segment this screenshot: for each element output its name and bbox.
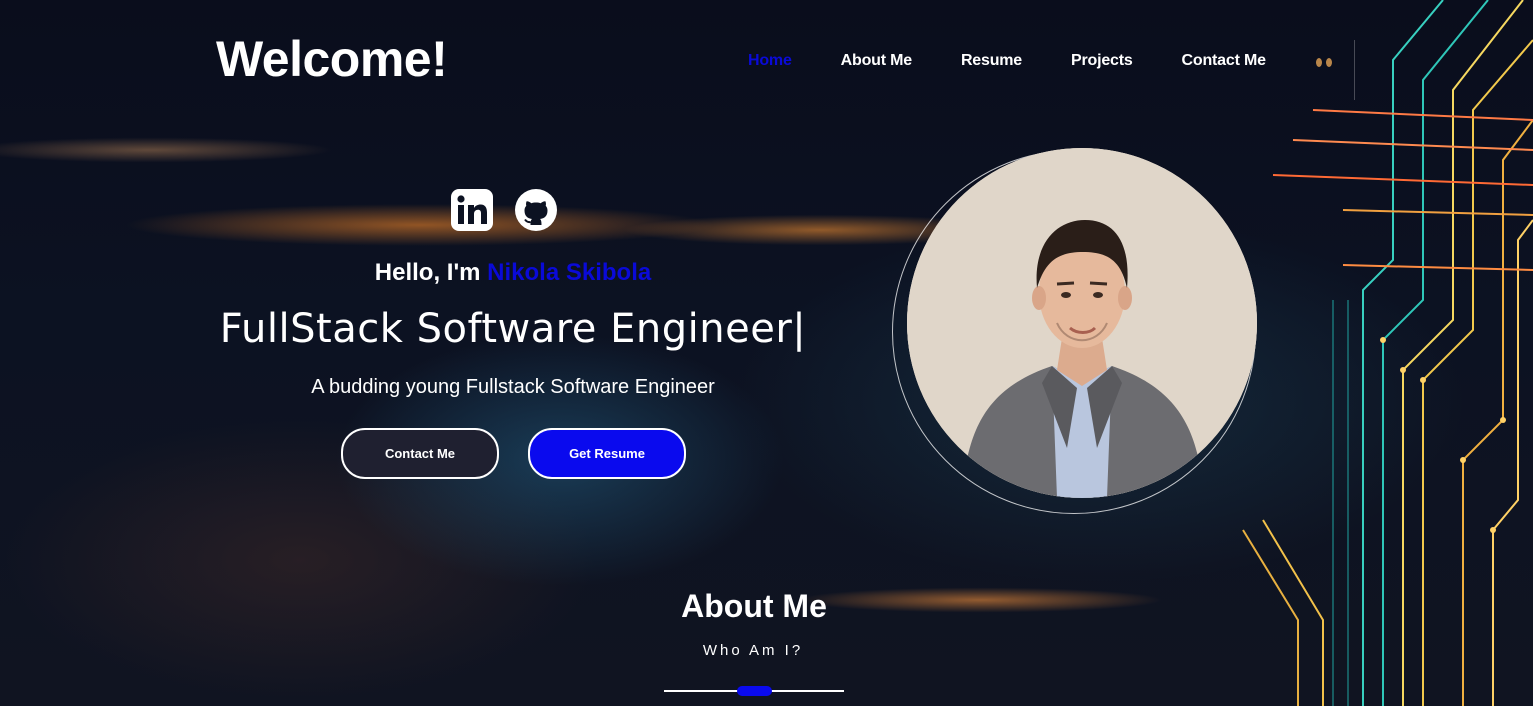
linkedin-icon[interactable] bbox=[450, 188, 494, 232]
github-icon[interactable] bbox=[514, 188, 558, 232]
nav-link-projects[interactable]: Projects bbox=[1071, 52, 1133, 70]
nav-link-about-me[interactable]: About Me bbox=[841, 52, 912, 70]
nav-link-resume[interactable]: Resume bbox=[961, 52, 1022, 70]
hero-role: FullStack Software Engineer| bbox=[219, 306, 807, 352]
greeting-text: Hello, I'm bbox=[374, 259, 488, 286]
about-section-subtitle: Who Am I? bbox=[702, 642, 804, 659]
social-links bbox=[450, 188, 558, 232]
hero-name: Nikola Skibola bbox=[487, 259, 652, 286]
profile-photo bbox=[907, 148, 1257, 498]
divider-accent bbox=[737, 686, 772, 696]
nav-divider bbox=[1354, 40, 1355, 100]
nav-link-home[interactable]: Home bbox=[748, 52, 792, 70]
hero-tagline: A budding young Fullstack Software Engin… bbox=[311, 376, 715, 398]
main-nav: Home About Me Resume Projects Contact Me bbox=[748, 52, 1315, 70]
hero-greeting: Hello, I'm Nikola Skibola bbox=[0, 259, 1026, 287]
about-section-title: About Me bbox=[681, 588, 827, 624]
nav-link-contact-me[interactable]: Contact Me bbox=[1182, 52, 1266, 70]
contact-me-button[interactable]: Contact Me bbox=[341, 428, 499, 479]
get-resume-button[interactable]: Get Resume bbox=[528, 428, 686, 479]
nav-decoration bbox=[1316, 58, 1332, 67]
site-title: Welcome! bbox=[216, 31, 448, 87]
